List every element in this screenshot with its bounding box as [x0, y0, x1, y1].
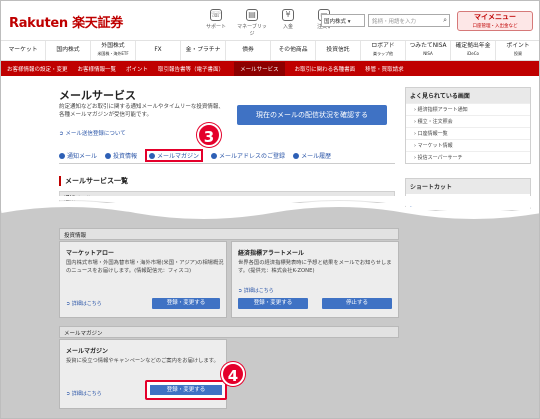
sidebar-item[interactable]: › 積立・注文照会	[406, 115, 530, 127]
tab-invest[interactable]: 投資情報	[105, 151, 137, 163]
subnav-reports[interactable]: 取引報告書等（電子書面）	[158, 65, 224, 73]
nav-bond[interactable]: 債券	[226, 41, 271, 60]
tab-mail-magazine[interactable]: メールマガジン	[145, 149, 204, 162]
sidebar-item[interactable]: › 口座情報一覧	[406, 127, 530, 139]
circle-arrow-icon: ➲	[66, 391, 71, 397]
tab-notify[interactable]: 通知メール	[59, 151, 97, 163]
bullet-icon	[59, 153, 65, 159]
mail-magazine-register-button[interactable]: 登録・変更する	[150, 385, 222, 395]
nav-gold[interactable]: 金・プラチナ	[181, 41, 226, 60]
sidebar-item[interactable]: › 経済指標アラート通知	[406, 103, 530, 115]
nav-fund[interactable]: 投資信託	[316, 41, 361, 60]
page-title: メールサービス	[59, 89, 136, 102]
bullet-icon	[293, 153, 300, 159]
moneybridge-link[interactable]: ▤ マネーブリッジ	[237, 9, 267, 37]
support-link[interactable]: ☏ サポート	[201, 9, 231, 37]
mail-registration-link[interactable]: ➲ メール送信登録について	[59, 129, 126, 137]
deposit-icon: ¥	[282, 9, 294, 21]
section-title: メールサービス一覧	[59, 176, 128, 186]
sidebar-item[interactable]: › 投信スーパーサーチ	[406, 151, 530, 163]
tab-history[interactable]: メール履歴	[293, 151, 331, 163]
market-arrow-card: マーケットアロー 国内株式市場・外国為替市場・海外市場(米国・アジア)の相場概況…	[59, 241, 227, 318]
nav-jp-stock[interactable]: 国内株式	[46, 41, 91, 60]
site-header: Rakuten 楽天証券 ☏サポート ▤マネーブリッジ ¥入金 ▭注文▼ 国内株…	[1, 1, 539, 41]
popular-pages: よく見られている画面 › 経済指標アラート通知 › 積立・注文照会 › 口座情報…	[405, 87, 531, 164]
market-arrow-detail-link[interactable]: ➲ 詳細はこちら	[66, 300, 102, 307]
nav-roboad[interactable]: ロボアド 楽ラップ他	[361, 41, 406, 60]
step-badge-4: 4	[221, 362, 245, 386]
subnav-settings[interactable]: お客様情報の設定・変更	[7, 65, 68, 73]
sidebar-item[interactable]: › マーケット情報	[406, 139, 530, 151]
rakuten-logo[interactable]: Rakuten 楽天証券	[9, 12, 123, 31]
global-nav: マーケット 国内株式 外国株式 米国株・海外ETF FX 金・プラチナ 債券 その…	[1, 41, 539, 61]
tab-address[interactable]: メールアドレスのご登録	[211, 151, 285, 163]
nav-market[interactable]: マーケット	[1, 41, 46, 60]
manual-icon: ▤	[246, 9, 258, 21]
circle-arrow-icon: ➲	[66, 301, 71, 307]
mail-magazine-detail-link[interactable]: ➲ 詳細はこちら	[66, 390, 102, 397]
search-input[interactable]: 銘柄・用語を入力 ⌕	[368, 14, 450, 27]
bullet-icon	[149, 153, 156, 159]
page-description: 約定通知などお取引に関する通知メールやタイムリーな投資情報、各種メールマガジンが…	[59, 104, 224, 118]
magazine-section-header: メールマガジン	[59, 326, 399, 338]
mail-magazine-register-highlight: 登録・変更する	[145, 380, 227, 400]
product-select[interactable]: 国内株式 ▾	[321, 14, 365, 27]
subnav-mail-service[interactable]: メールサービス	[234, 61, 285, 76]
subnav-transfer[interactable]: 移管・買取請求	[365, 65, 404, 73]
econ-alert-register-button[interactable]: 登録・変更する	[238, 298, 308, 309]
headset-icon: ☏	[210, 9, 222, 21]
econ-alert-stop-button[interactable]: 停止する	[322, 298, 392, 309]
circle-arrow-icon: ➲	[59, 131, 64, 137]
sub-nav: お客様情報の設定・変更 お客様情報一覧 ポイント 取引報告書等（電子書面） メー…	[1, 61, 539, 76]
econ-alert-detail-link[interactable]: ➲ 詳細はこちら	[238, 287, 274, 294]
search-icon[interactable]: ⌕	[443, 16, 447, 25]
nav-ideco[interactable]: 確定拠出年金 iDeCo	[451, 41, 496, 60]
invest-section-header: 投資情報	[59, 228, 399, 240]
subnav-documents[interactable]: お取引に関わる各種書面	[295, 65, 356, 73]
step-badge-3: 3	[197, 123, 221, 147]
bullet-icon	[105, 153, 112, 159]
mymenu-button[interactable]: マイメニュー 口座管理・入出金など	[457, 11, 533, 31]
page-frame: Rakuten 楽天証券 ☏サポート ▤マネーブリッジ ¥入金 ▭注文▼ 国内株…	[0, 0, 540, 419]
nav-nisa[interactable]: つみたてNISA NISA	[406, 41, 451, 60]
bullet-icon	[211, 153, 218, 159]
deposit-link[interactable]: ¥ 入金	[273, 9, 303, 37]
mail-tabs: 通知メール 投資情報 メールマガジン メールアドレスのご登録 メール履歴	[59, 149, 395, 164]
nav-foreign-stock[interactable]: 外国株式 米国株・海外ETF	[91, 41, 136, 60]
subnav-info-list[interactable]: お客様情報一覧	[78, 65, 117, 73]
page-break-wave	[1, 196, 539, 232]
circle-arrow-icon: ➲	[238, 288, 243, 294]
nav-point[interactable]: ポイント 投資	[496, 41, 539, 60]
econ-alert-card: 経済指標アラートメール 世界各国の経済指標発表時に予想と結果をメールでお知らせし…	[231, 241, 399, 318]
check-delivery-status-button[interactable]: 現在のメールの配信状況を確認する	[237, 105, 387, 125]
subnav-point[interactable]: ポイント	[126, 65, 148, 73]
nav-fx[interactable]: FX	[136, 41, 181, 60]
header-icons: ☏サポート ▤マネーブリッジ ¥入金 ▭注文▼	[201, 9, 339, 37]
market-arrow-register-button[interactable]: 登録・変更する	[152, 298, 220, 309]
nav-other[interactable]: その他商品	[271, 41, 316, 60]
